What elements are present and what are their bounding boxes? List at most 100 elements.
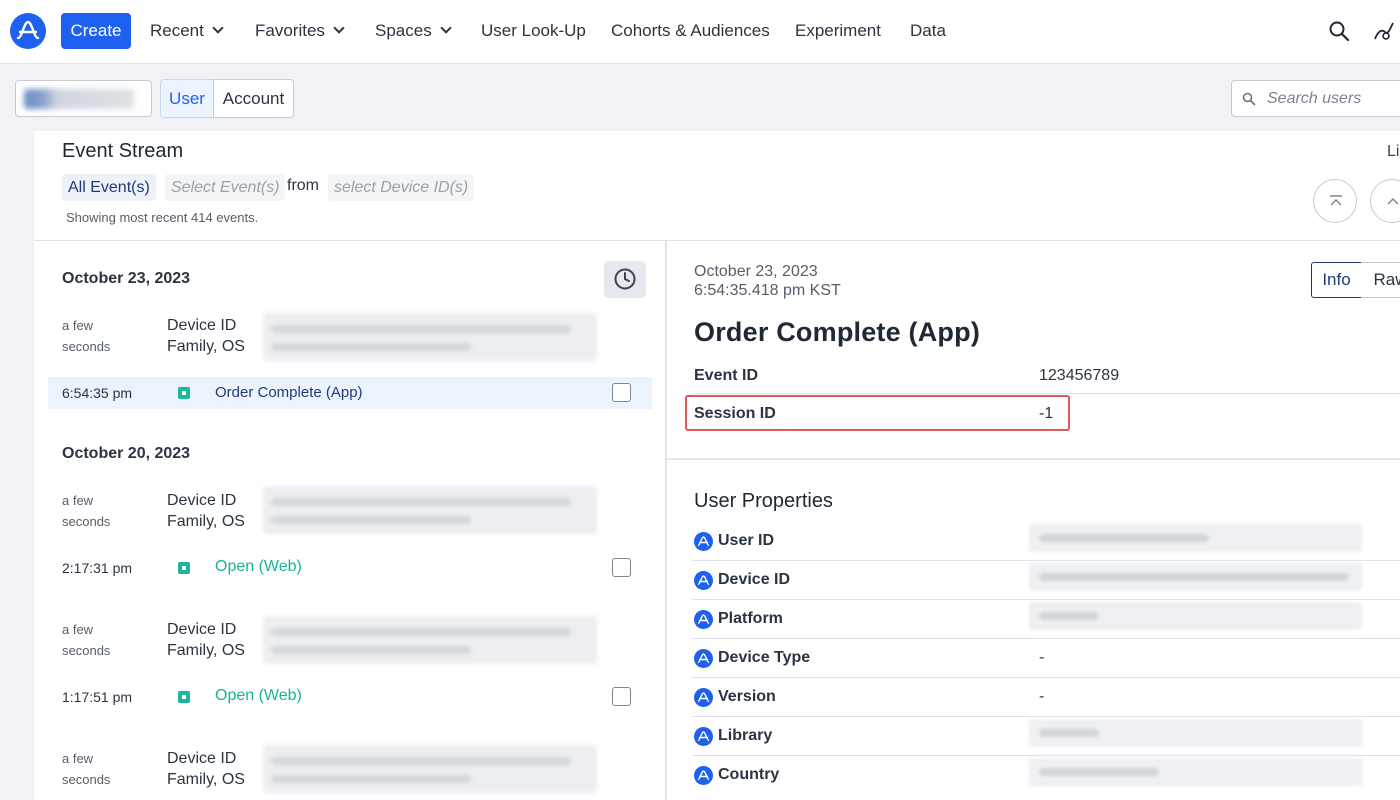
nav-recent-label: Recent [150, 21, 204, 40]
chevron-down-icon [440, 22, 452, 34]
property-label: Version [718, 688, 776, 705]
property-value: - [1039, 649, 1045, 666]
chevron-up-icon [1387, 197, 1399, 205]
tab-raw[interactable]: Raw [1361, 262, 1400, 298]
amplitude-property-icon [694, 649, 713, 668]
device-label: Device ID Family, OS [167, 748, 245, 790]
event-date: October 23, 2023 [694, 263, 818, 280]
device-label: Device ID Family, OS [167, 490, 245, 532]
event-checkbox[interactable] [612, 383, 631, 402]
nav-spaces[interactable]: Spaces [375, 20, 452, 42]
search-icon [1242, 92, 1256, 106]
select-events-filter[interactable]: Select Event(s) [165, 174, 286, 201]
project-selector[interactable] [15, 80, 152, 117]
chevron-down-icon [212, 22, 224, 34]
double-chevron-up-icon [1330, 195, 1342, 206]
chevron-down-icon [333, 22, 345, 34]
column-divider [665, 240, 667, 800]
amplitude-property-icon [694, 727, 713, 746]
property-label: Platform [718, 610, 783, 627]
redacted-property-value [1029, 524, 1362, 552]
divider [692, 560, 1400, 561]
scroll-to-top-button[interactable] [1313, 179, 1357, 223]
event-name[interactable]: Order Complete (App) [215, 384, 363, 401]
search-users-box [1231, 80, 1400, 117]
divider [692, 393, 1400, 394]
amplitude-logo-icon[interactable] [10, 13, 46, 49]
amplitude-property-icon [694, 688, 713, 707]
event-row[interactable]: 2:17:31 pm Open (Web) [48, 552, 652, 584]
time-ago-line: seconds [62, 772, 111, 787]
divider [692, 638, 1400, 639]
event-name[interactable]: Open (Web) [215, 687, 302, 705]
live-toggle-label[interactable]: Li [1387, 143, 1399, 161]
divider [34, 240, 1400, 241]
create-button[interactable]: Create [61, 13, 131, 49]
scroll-up-button[interactable] [1370, 179, 1400, 223]
nav-data[interactable]: Data [910, 20, 946, 42]
search-users-input[interactable] [1267, 86, 1397, 112]
redacted-project-name [24, 89, 134, 109]
event-checkbox[interactable] [612, 558, 631, 577]
event-type-icon [178, 387, 190, 399]
property-label: Device Type [718, 649, 811, 666]
all-events-filter[interactable]: All Event(s) [62, 174, 156, 201]
select-device-filter[interactable]: select Device ID(s) [328, 174, 475, 201]
session-id-highlight [685, 395, 1070, 431]
event-type-icon [178, 562, 190, 574]
nav-spaces-label: Spaces [375, 21, 432, 40]
showing-count-text: Showing most recent 414 events. [66, 210, 259, 225]
event-type-icon [178, 691, 190, 703]
time-ago: a few seconds [62, 490, 110, 532]
property-value: - [1039, 688, 1045, 705]
nav-favorites[interactable]: Favorites [255, 20, 345, 42]
device-label-line: Family, OS [167, 513, 245, 530]
time-ago-line: seconds [62, 514, 111, 529]
redacted-device-info [263, 313, 597, 361]
time-ago-line: a few [62, 622, 94, 637]
search-icon[interactable] [1328, 20, 1350, 42]
event-id-value: 123456789 [1039, 367, 1120, 384]
event-time: 6:54:35 pm [62, 385, 133, 401]
divider [692, 716, 1400, 717]
segment-user[interactable]: User [160, 79, 214, 118]
redacted-device-info [263, 616, 597, 664]
property-label: Country [718, 766, 780, 783]
device-label-line: Device ID [167, 750, 237, 767]
device-label-line: Device ID [167, 317, 237, 334]
event-time: 1:17:51 pm [62, 689, 133, 705]
section-divider [666, 458, 1400, 460]
from-label: from [287, 177, 319, 194]
event-checkbox[interactable] [612, 687, 631, 706]
user-settings-icon[interactable] [1372, 19, 1396, 43]
device-label-line: Device ID [167, 492, 237, 509]
segment-account[interactable]: Account [213, 79, 294, 118]
time-ago-line: a few [62, 751, 94, 766]
time-ago-line: a few [62, 318, 94, 333]
event-row[interactable]: 1:17:51 pm Open (Web) [48, 681, 652, 713]
event-row[interactable]: 6:54:35 pm Order Complete (App) [48, 377, 652, 409]
redacted-device-info [263, 486, 597, 534]
tab-info[interactable]: Info [1311, 262, 1362, 298]
nav-cohorts-audiences[interactable]: Cohorts & Audiences [611, 20, 770, 42]
property-label: Device ID [718, 571, 791, 588]
device-label-line: Family, OS [167, 771, 245, 788]
redacted-property-value [1029, 602, 1362, 630]
nav-user-lookup[interactable]: User Look-Up [481, 20, 586, 42]
device-label-line: Device ID [167, 621, 237, 638]
date-header: October 23, 2023 [62, 270, 191, 287]
property-label: Library [718, 727, 773, 744]
event-stream-title: Event Stream [62, 140, 184, 162]
device-label: Device ID Family, OS [167, 315, 245, 357]
redacted-property-value [1029, 758, 1362, 786]
history-button[interactable] [604, 261, 646, 298]
amplitude-property-icon [694, 610, 713, 629]
device-label-line: Family, OS [167, 642, 245, 659]
amplitude-property-icon [694, 571, 713, 590]
top-nav: Create Recent Favorites Spaces User Look… [0, 0, 1400, 64]
nav-experiment[interactable]: Experiment [795, 20, 881, 42]
event-time-full: 6:54:35.418 pm KST [694, 282, 841, 299]
event-timestamp: October 23, 2023 6:54:35.418 pm KST [694, 262, 841, 300]
event-name[interactable]: Open (Web) [215, 558, 302, 576]
nav-recent[interactable]: Recent [150, 20, 224, 42]
